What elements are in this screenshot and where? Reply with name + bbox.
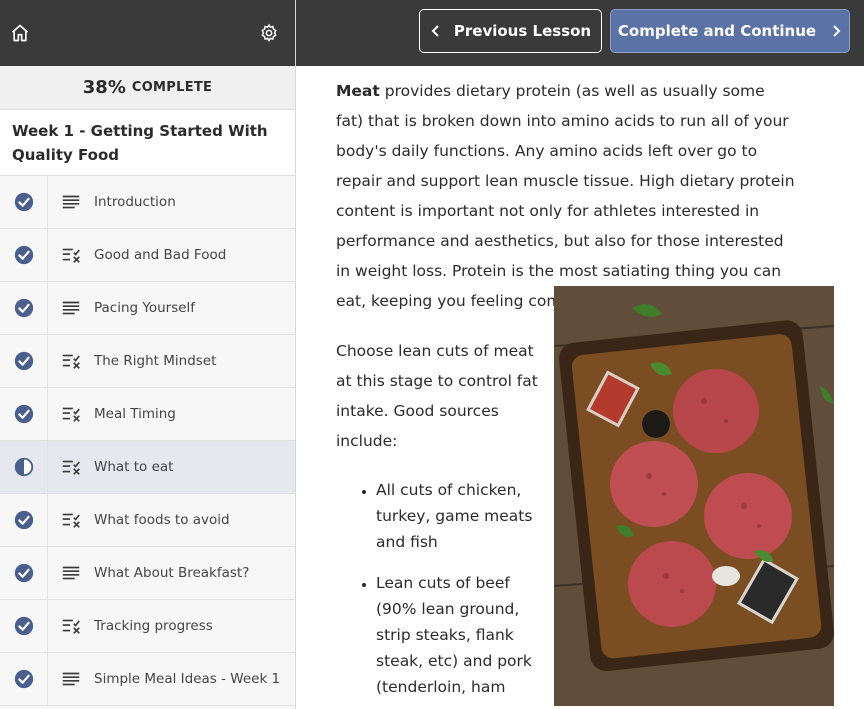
check-circle-icon [0, 494, 48, 546]
lesson-item[interactable]: Good and Bad Food [0, 229, 295, 282]
course-progress: 38% COMPLETE [0, 66, 295, 110]
lesson-title: Meal Timing [94, 406, 176, 422]
lesson-title: What About Breakfast? [94, 565, 250, 581]
good-source-item: Lean cuts of beef (90% lean ground, stri… [376, 570, 541, 700]
lesson-item[interactable]: What About Breakfast? [0, 547, 295, 600]
sidebar-header [0, 0, 295, 66]
complete-and-continue-label: Complete and Continue [617, 22, 817, 40]
meat-term: Meat [336, 82, 380, 100]
complete-and-continue-button[interactable]: Complete and Continue [610, 9, 850, 53]
check-circle-icon [0, 653, 48, 705]
lean-meat-section: Choose lean cuts of meat at this stage t… [336, 336, 541, 709]
text-lines-icon [48, 297, 94, 319]
lesson-item[interactable]: Pacing Yourself [0, 282, 295, 335]
chevron-left-icon [431, 25, 439, 37]
lesson-title: The Right Mindset [94, 353, 217, 369]
good-source-item: All cuts of chicken, turkey, game meats … [376, 477, 541, 555]
section-title: Week 1 - Getting Started With Quality Fo… [0, 110, 295, 176]
quiz-checklist-icon [48, 509, 94, 531]
lesson-title: Simple Meal Ideas - Week 1 [94, 671, 281, 687]
lesson-item[interactable]: The Right Mindset [0, 335, 295, 388]
chevron-right-icon [833, 25, 841, 37]
quiz-checklist-icon [48, 244, 94, 266]
lesson-header: Previous Lesson Complete and Continue [296, 0, 864, 66]
quiz-checklist-icon [48, 350, 94, 372]
check-circle-icon [0, 335, 48, 387]
home-icon[interactable] [10, 23, 30, 43]
quiz-checklist-icon [48, 456, 94, 478]
lesson-item[interactable]: Meal Timing [0, 388, 295, 441]
meat-description: provides dietary protein (as well as usu… [336, 82, 795, 310]
lesson-title: Tracking progress [94, 618, 213, 634]
half-circle-icon [0, 441, 48, 493]
lesson-title: Pacing Yourself [94, 300, 196, 316]
quiz-checklist-icon [48, 403, 94, 425]
check-circle-icon [0, 282, 48, 334]
check-circle-icon [0, 600, 48, 652]
lesson-content[interactable]: Meat provides dietary protein (as well a… [296, 66, 864, 709]
lesson-title: Good and Bad Food [94, 247, 227, 263]
lesson-item[interactable]: What foods to avoid [0, 494, 295, 547]
check-circle-icon [0, 547, 48, 599]
previous-lesson-button[interactable]: Previous Lesson [419, 9, 602, 53]
check-circle-icon [0, 388, 48, 440]
meat-paragraph: Meat provides dietary protein (as well a… [336, 76, 796, 316]
quiz-checklist-icon [48, 615, 94, 637]
previous-lesson-label: Previous Lesson [453, 22, 592, 40]
lesson-item[interactable]: Introduction [0, 176, 295, 229]
course-sidebar: 38% COMPLETE Week 1 - Getting Started Wi… [0, 0, 296, 709]
lesson-list: Introduction Good and Bad Food Pacing Your… [0, 176, 295, 706]
raw-burger-patties-photo [554, 286, 834, 706]
check-circle-icon [0, 176, 48, 228]
text-lines-icon [48, 668, 94, 690]
check-circle-icon [0, 229, 48, 281]
progress-percent: 38% [82, 77, 126, 98]
lesson-title: What foods to avoid [94, 512, 230, 528]
text-lines-icon [48, 562, 94, 584]
text-lines-icon [48, 191, 94, 213]
lesson-item[interactable]: Simple Meal Ideas - Week 1 [0, 653, 295, 706]
gear-icon[interactable] [259, 23, 279, 43]
lesson-title: Introduction [94, 194, 176, 210]
lesson-item[interactable]: What to eat [0, 441, 295, 494]
lesson-item[interactable]: Tracking progress [0, 600, 295, 653]
lean-meat-paragraph: Choose lean cuts of meat at this stage t… [336, 342, 538, 450]
lesson-title: What to eat [94, 459, 174, 475]
good-sources-list: All cuts of chicken, turkey, game meats … [336, 477, 541, 700]
progress-label: COMPLETE [131, 80, 213, 95]
